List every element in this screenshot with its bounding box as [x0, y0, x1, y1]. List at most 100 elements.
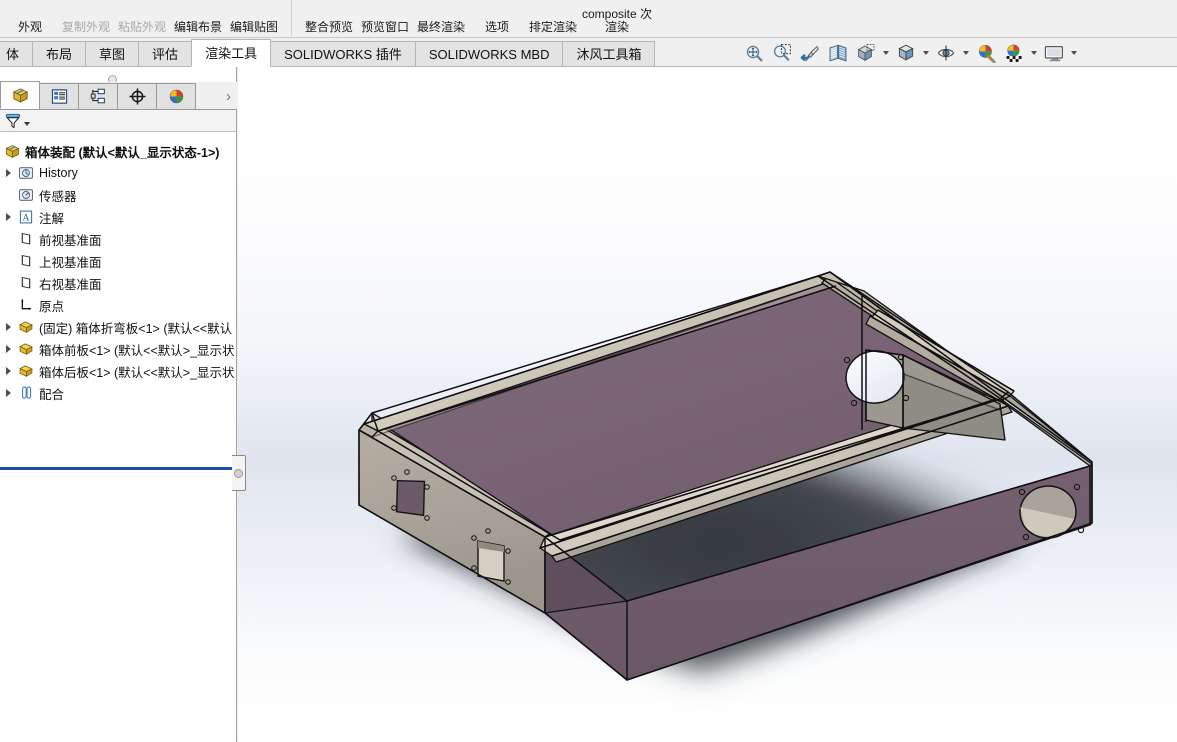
panel-splitter-handle[interactable] — [232, 455, 246, 491]
tab-assembly[interactable]: 体 — [0, 41, 34, 67]
tree-item-label: 上视基准面 — [39, 255, 102, 270]
tab-evaluate[interactable]: 评估 — [138, 41, 193, 67]
tree-item-label: 箱体装配 (默认<默认_显示状态-1>) — [25, 145, 220, 160]
mates-icon — [16, 385, 36, 402]
plane-icon — [16, 231, 36, 247]
ribbon-command-copy-appearance: 复制外观 — [61, 21, 110, 34]
annotations-icon: A — [16, 209, 36, 225]
expand-chevron-icon[interactable] — [0, 213, 16, 221]
zoom-to-fit-icon[interactable] — [741, 41, 767, 65]
filter-chevron-down-icon[interactable] — [24, 121, 30, 126]
origin-icon — [16, 297, 36, 313]
panel-pin-handle[interactable] — [104, 72, 122, 84]
ribbon-command-options[interactable]: 选项 — [469, 21, 525, 36]
feature-manager-tab-bar: › — [0, 81, 237, 110]
tree-item-label: History — [39, 166, 78, 180]
tree-item-label: 前视基准面 — [39, 233, 102, 248]
ribbon-group-render: 整合预览 预览窗口 最终渲染 选项 排定渲染 composite 次渲染 — [299, 0, 655, 36]
display-manager-tab[interactable] — [156, 83, 196, 109]
tree-item-label: 注解 — [39, 211, 65, 226]
svg-text:A: A — [23, 213, 30, 224]
tab-sketch[interactable]: 草图 — [85, 41, 140, 67]
plane-icon — [16, 253, 36, 269]
tab-solidworks-addins[interactable]: SOLIDWORKS 插件 — [270, 41, 416, 67]
ribbon-command-schedule-render[interactable]: 排定渲染 — [525, 21, 581, 36]
tree-item-part-bend-plate[interactable]: (固定) 箱体折弯板<1> (默认<<默认 — [0, 316, 236, 338]
tab-mufeng-toolbox[interactable]: 沐风工具箱 — [562, 41, 656, 67]
expand-chevron-icon[interactable] — [0, 345, 16, 353]
assembly-icon — [2, 143, 22, 160]
tree-item-right-plane[interactable]: 右视基准面 — [0, 272, 236, 294]
ribbon-toolbar: 外观 复制外观 粘贴外观 编辑布景 编辑贴图 整合预览 预览窗口 最终渲染 选项… — [0, 0, 1177, 38]
model-render — [238, 67, 1177, 742]
cutout-upper — [395, 479, 426, 517]
display-style-chevron-down-icon[interactable] — [921, 41, 931, 65]
part-icon — [16, 341, 36, 357]
tree-item-label: 箱体后板<1> (默认<<默认>_显示状 — [39, 365, 235, 380]
ribbon-command-final-render[interactable]: 最终渲染 — [413, 21, 469, 36]
history-icon — [16, 165, 36, 181]
display-style-icon[interactable] — [893, 41, 919, 65]
ribbon-command-edit-decal[interactable]: 编辑贴图 — [226, 21, 282, 36]
apply-scene-icon[interactable] — [1001, 41, 1027, 65]
expand-chevron-icon[interactable] — [0, 389, 16, 397]
ribbon-command-edit-scene[interactable]: 编辑布景 — [170, 21, 226, 36]
graphics-area[interactable] — [238, 67, 1177, 742]
tree-item-part-front-plate[interactable]: 箱体前板<1> (默认<<默认>_显示状 — [0, 338, 236, 360]
ribbon-group-appearance: 外观 复制外观 粘贴外观 编辑布景 编辑贴图 — [0, 0, 284, 36]
ribbon-command-integrated-preview[interactable]: 整合预览 — [301, 21, 357, 36]
enclosure-body — [358, 271, 1093, 681]
view-settings-chevron-down-icon[interactable] — [1069, 41, 1079, 65]
part-icon — [16, 319, 36, 335]
feature-tree: 箱体装配 (默认<默认_显示状态-1>) History 传感器 A 注解 前视… — [0, 133, 236, 463]
feature-tree-filter-row — [0, 110, 236, 132]
previous-view-icon[interactable] — [797, 41, 823, 65]
view-settings-icon[interactable] — [1041, 41, 1067, 65]
rollback-bar[interactable] — [0, 467, 236, 470]
tree-item-sensors[interactable]: 传感器 — [0, 184, 236, 206]
solidworks-window: 外观 复制外观 粘贴外观 编辑布景 编辑贴图 整合预览 预览窗口 最终渲染 选项… — [0, 0, 1177, 742]
filter-icon[interactable] — [4, 112, 22, 130]
sensor-icon — [16, 187, 36, 203]
expand-chevron-icon[interactable] — [0, 323, 16, 331]
tree-item-label: 原点 — [39, 299, 65, 314]
ribbon-command-paste-appearance: 粘贴外观 — [117, 21, 166, 34]
ribbon-command-groups: 外观 复制外观 粘贴外观 编辑布景 编辑贴图 整合预览 预览窗口 最终渲染 选项… — [0, 0, 655, 36]
part-icon — [16, 363, 36, 379]
tree-item-label: 传感器 — [39, 189, 77, 204]
tab-solidworks-mbd[interactable]: SOLIDWORKS MBD — [414, 41, 564, 67]
ribbon-command-composite-render[interactable]: composite 次渲染 — [581, 8, 653, 36]
expand-chevron-icon[interactable] — [0, 169, 16, 177]
tree-item-origin[interactable]: 原点 — [0, 294, 236, 316]
tree-item-history[interactable]: History — [0, 162, 236, 184]
tab-render-tools[interactable]: 渲染工具 — [191, 39, 272, 67]
ribbon-separator — [291, 0, 292, 36]
tab-layout[interactable]: 布局 — [32, 41, 87, 67]
tree-item-top-plane[interactable]: 上视基准面 — [0, 250, 236, 272]
view-orientation-icon[interactable] — [853, 41, 879, 65]
configuration-manager-tab[interactable] — [78, 83, 118, 109]
hide-show-chevron-down-icon[interactable] — [961, 41, 971, 65]
tree-item-front-plane[interactable]: 前视基准面 — [0, 228, 236, 250]
sheet-metal-enclosure-model — [358, 271, 1093, 690]
tree-item-part-back-plate[interactable]: 箱体后板<1> (默认<<默认>_显示状 — [0, 360, 236, 382]
tree-item-mates[interactable]: 配合 — [0, 382, 236, 404]
feature-manager-more-tabs-chevron-icon[interactable]: › — [226, 88, 231, 105]
apply-scene-chevron-down-icon[interactable] — [1029, 41, 1039, 65]
feature-tree-tab[interactable] — [0, 81, 40, 109]
tree-item-label: (固定) 箱体折弯板<1> (默认<<默认 — [39, 321, 233, 336]
section-view-icon[interactable] — [825, 41, 851, 65]
ribbon-command-appearance[interactable]: 外观 — [2, 21, 58, 36]
edit-appearance-icon[interactable] — [973, 41, 999, 65]
zoom-to-area-icon[interactable] — [769, 41, 795, 65]
heads-up-view-toolbar — [741, 40, 1079, 66]
dimxpert-manager-tab[interactable] — [117, 83, 157, 109]
property-manager-tab[interactable] — [39, 83, 79, 109]
view-orientation-chevron-down-icon[interactable] — [881, 41, 891, 65]
ribbon-command-preview-window[interactable]: 预览窗口 — [357, 21, 413, 36]
tree-item-annotations[interactable]: A 注解 — [0, 206, 236, 228]
hide-show-items-icon[interactable] — [933, 41, 959, 65]
tree-item-assembly-root[interactable]: 箱体装配 (默认<默认_显示状态-1>) — [0, 140, 236, 162]
tree-item-label: 右视基准面 — [39, 277, 102, 292]
expand-chevron-icon[interactable] — [0, 367, 16, 375]
